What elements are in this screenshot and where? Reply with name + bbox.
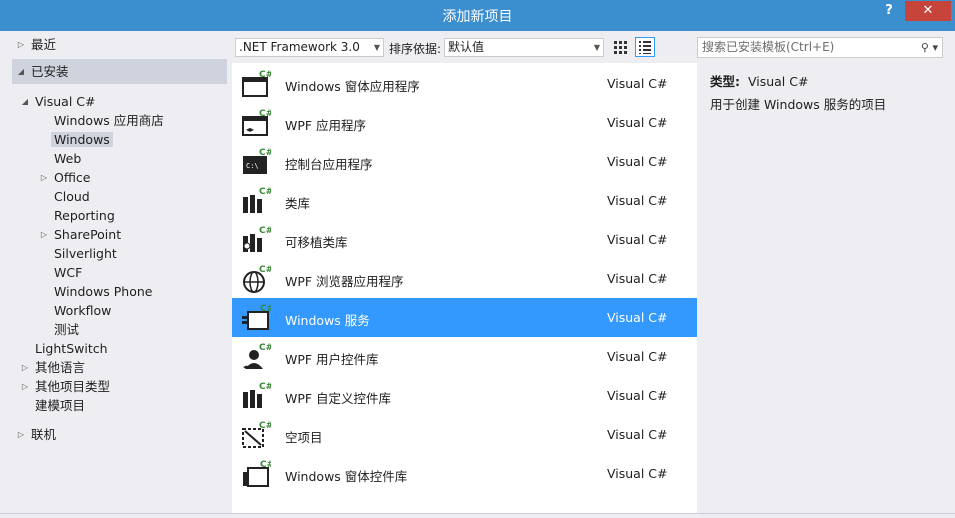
category-tree: ▷ 最近 ◢ 已安装 ◢ Visual C# Windows 应用商店 Wind… bbox=[0, 31, 232, 518]
template-description: 用于创建 Windows 服务的项目 bbox=[710, 97, 887, 112]
expand-arrow-icon[interactable]: ▷ bbox=[16, 35, 26, 54]
wpf-browser-app-icon: C# bbox=[243, 265, 271, 293]
template-item-wpf-user-control[interactable]: ◂▸ C# WPF 用户控件库 Visual C# bbox=[232, 337, 697, 376]
grid-view-button[interactable] bbox=[610, 37, 630, 57]
chevron-down-icon: ▼ bbox=[593, 43, 600, 52]
collapse-arrow-icon[interactable]: ◢ bbox=[16, 62, 26, 81]
winforms-app-icon: C# bbox=[242, 70, 271, 97]
title-bar: 添加新项目 ? ✕ bbox=[0, 0, 955, 31]
svg-text:C#: C# bbox=[260, 304, 271, 314]
wpf-custom-control-icon: C# bbox=[243, 382, 271, 408]
tree-item-test[interactable]: 测试 bbox=[51, 320, 82, 339]
template-item-wpf-browser-app[interactable]: C# WPF 浏览器应用程序 Visual C# bbox=[232, 259, 697, 298]
tree-item-windows-phone[interactable]: Windows Phone bbox=[51, 282, 156, 301]
svg-text:C:\: C:\ bbox=[246, 162, 259, 170]
svg-text:◂▸: ◂▸ bbox=[246, 125, 254, 134]
type-value: Visual C# bbox=[747, 74, 809, 89]
search-placeholder: 搜索已安装模板(Ctrl+E) bbox=[702, 40, 835, 54]
template-item-wpf-custom-control[interactable]: C# WPF 自定义控件库 Visual C# bbox=[232, 376, 697, 415]
template-item-empty-project[interactable]: C# 空项目 Visual C# bbox=[232, 415, 697, 454]
tree-item-installed[interactable]: ◢ 已安装 bbox=[18, 62, 72, 81]
tree-item-office[interactable]: ▷ Office bbox=[40, 168, 94, 187]
tree-item-other-languages[interactable]: ▷ 其他语言 bbox=[22, 358, 88, 377]
template-item-portable-library[interactable]: C# 可移植类库 Visual C# bbox=[232, 220, 697, 259]
list-view-icon bbox=[639, 41, 651, 54]
svg-text:C#: C# bbox=[259, 421, 271, 431]
tree-item-sharepoint[interactable]: ▷ SharePoint bbox=[40, 225, 124, 244]
template-item-winforms-control-library[interactable]: C# Windows 窗体控件库 Visual C# bbox=[232, 454, 697, 493]
grid-view-icon bbox=[614, 41, 627, 54]
search-input[interactable]: 搜索已安装模板(Ctrl+E) ⚲ ▾ bbox=[697, 37, 943, 58]
tree-item-windows[interactable]: Windows bbox=[51, 130, 113, 149]
console-app-icon: C:\ C# bbox=[243, 148, 271, 174]
footer-divider bbox=[0, 513, 955, 518]
tree-item-online[interactable]: ▷ 联机 bbox=[18, 425, 59, 444]
sort-value: 默认值 bbox=[448, 40, 485, 54]
svg-text:C#: C# bbox=[259, 148, 271, 158]
template-details-pane: 类型: Visual C# 用于创建 Windows 服务的项目 bbox=[697, 63, 955, 518]
tree-item-cloud[interactable]: Cloud bbox=[51, 187, 93, 206]
search-icon[interactable]: ⚲ ▾ bbox=[921, 38, 938, 57]
collapse-arrow-icon[interactable]: ◢ bbox=[20, 92, 30, 111]
template-item-winforms-app[interactable]: C# Windows 窗体应用程序 Visual C# bbox=[232, 64, 697, 103]
winforms-control-library-icon: C# bbox=[243, 460, 271, 487]
template-item-windows-service[interactable]: C# Windows 服务 Visual C# bbox=[232, 298, 697, 337]
tree-item-modeling[interactable]: 建模项目 bbox=[32, 396, 88, 415]
window-title: 添加新项目 bbox=[442, 9, 513, 25]
close-button[interactable]: ✕ bbox=[905, 1, 951, 21]
template-item-console-app[interactable]: C:\ C# 控制台应用程序 Visual C# bbox=[232, 142, 697, 181]
help-button[interactable]: ? bbox=[882, 3, 896, 18]
template-item-class-library[interactable]: C# 类库 Visual C# bbox=[232, 181, 697, 220]
svg-text:C#: C# bbox=[259, 70, 271, 80]
svg-text:C#: C# bbox=[259, 187, 271, 197]
expand-arrow-icon[interactable]: ▷ bbox=[39, 225, 49, 244]
expand-arrow-icon[interactable]: ▷ bbox=[20, 358, 30, 377]
expand-arrow-icon[interactable]: ▷ bbox=[39, 168, 49, 187]
tree-item-reporting[interactable]: Reporting bbox=[51, 206, 118, 225]
expand-arrow-icon[interactable]: ▷ bbox=[20, 377, 30, 396]
list-view-button[interactable] bbox=[635, 37, 655, 57]
expand-arrow-icon[interactable]: ▷ bbox=[16, 425, 26, 444]
wpf-user-control-icon: ◂▸ C# bbox=[243, 343, 271, 371]
windows-service-icon: C# bbox=[242, 304, 271, 330]
tree-item-silverlight[interactable]: Silverlight bbox=[51, 244, 120, 263]
sort-dropdown[interactable]: 默认值 ▼ bbox=[444, 38, 604, 57]
svg-text:C#: C# bbox=[259, 265, 271, 275]
tree-item-wcf[interactable]: WCF bbox=[51, 263, 85, 282]
framework-value: .NET Framework 3.0 bbox=[239, 40, 360, 54]
tree-item-lightswitch[interactable]: LightSwitch bbox=[32, 339, 111, 358]
svg-text:C#: C# bbox=[259, 343, 271, 353]
template-item-wpf-app[interactable]: ◂▸ C# WPF 应用程序 Visual C# bbox=[232, 103, 697, 142]
class-library-icon: C# bbox=[243, 187, 271, 213]
framework-dropdown[interactable]: .NET Framework 3.0 ▼ bbox=[235, 38, 384, 57]
sort-label: 排序依据: bbox=[389, 42, 442, 56]
tree-item-other-project-types[interactable]: ▷ 其他项目类型 bbox=[22, 377, 113, 396]
svg-text:◂▸: ◂▸ bbox=[243, 363, 251, 371]
chevron-down-icon: ▼ bbox=[373, 43, 380, 52]
svg-text:C#: C# bbox=[259, 382, 271, 392]
tree-item-web[interactable]: Web bbox=[51, 149, 84, 168]
template-type: 类型: Visual C# bbox=[710, 71, 808, 90]
portable-library-icon: C# bbox=[243, 226, 271, 252]
empty-project-icon: C# bbox=[242, 421, 271, 448]
tree-item-recent[interactable]: ▷ 最近 bbox=[18, 35, 59, 54]
svg-text:C#: C# bbox=[260, 460, 271, 470]
tree-item-windows-store[interactable]: Windows 应用商店 bbox=[51, 111, 167, 130]
template-list: C# Windows 窗体应用程序 Visual C# ◂▸ C# WPF 应用… bbox=[232, 63, 697, 518]
svg-text:C#: C# bbox=[259, 109, 271, 119]
wpf-app-icon: ◂▸ C# bbox=[242, 109, 271, 136]
tree-item-visual-csharp[interactable]: ◢ Visual C# bbox=[22, 92, 99, 111]
type-label: 类型: bbox=[710, 74, 740, 89]
svg-text:C#: C# bbox=[259, 226, 271, 236]
tree-item-workflow[interactable]: Workflow bbox=[51, 301, 114, 320]
